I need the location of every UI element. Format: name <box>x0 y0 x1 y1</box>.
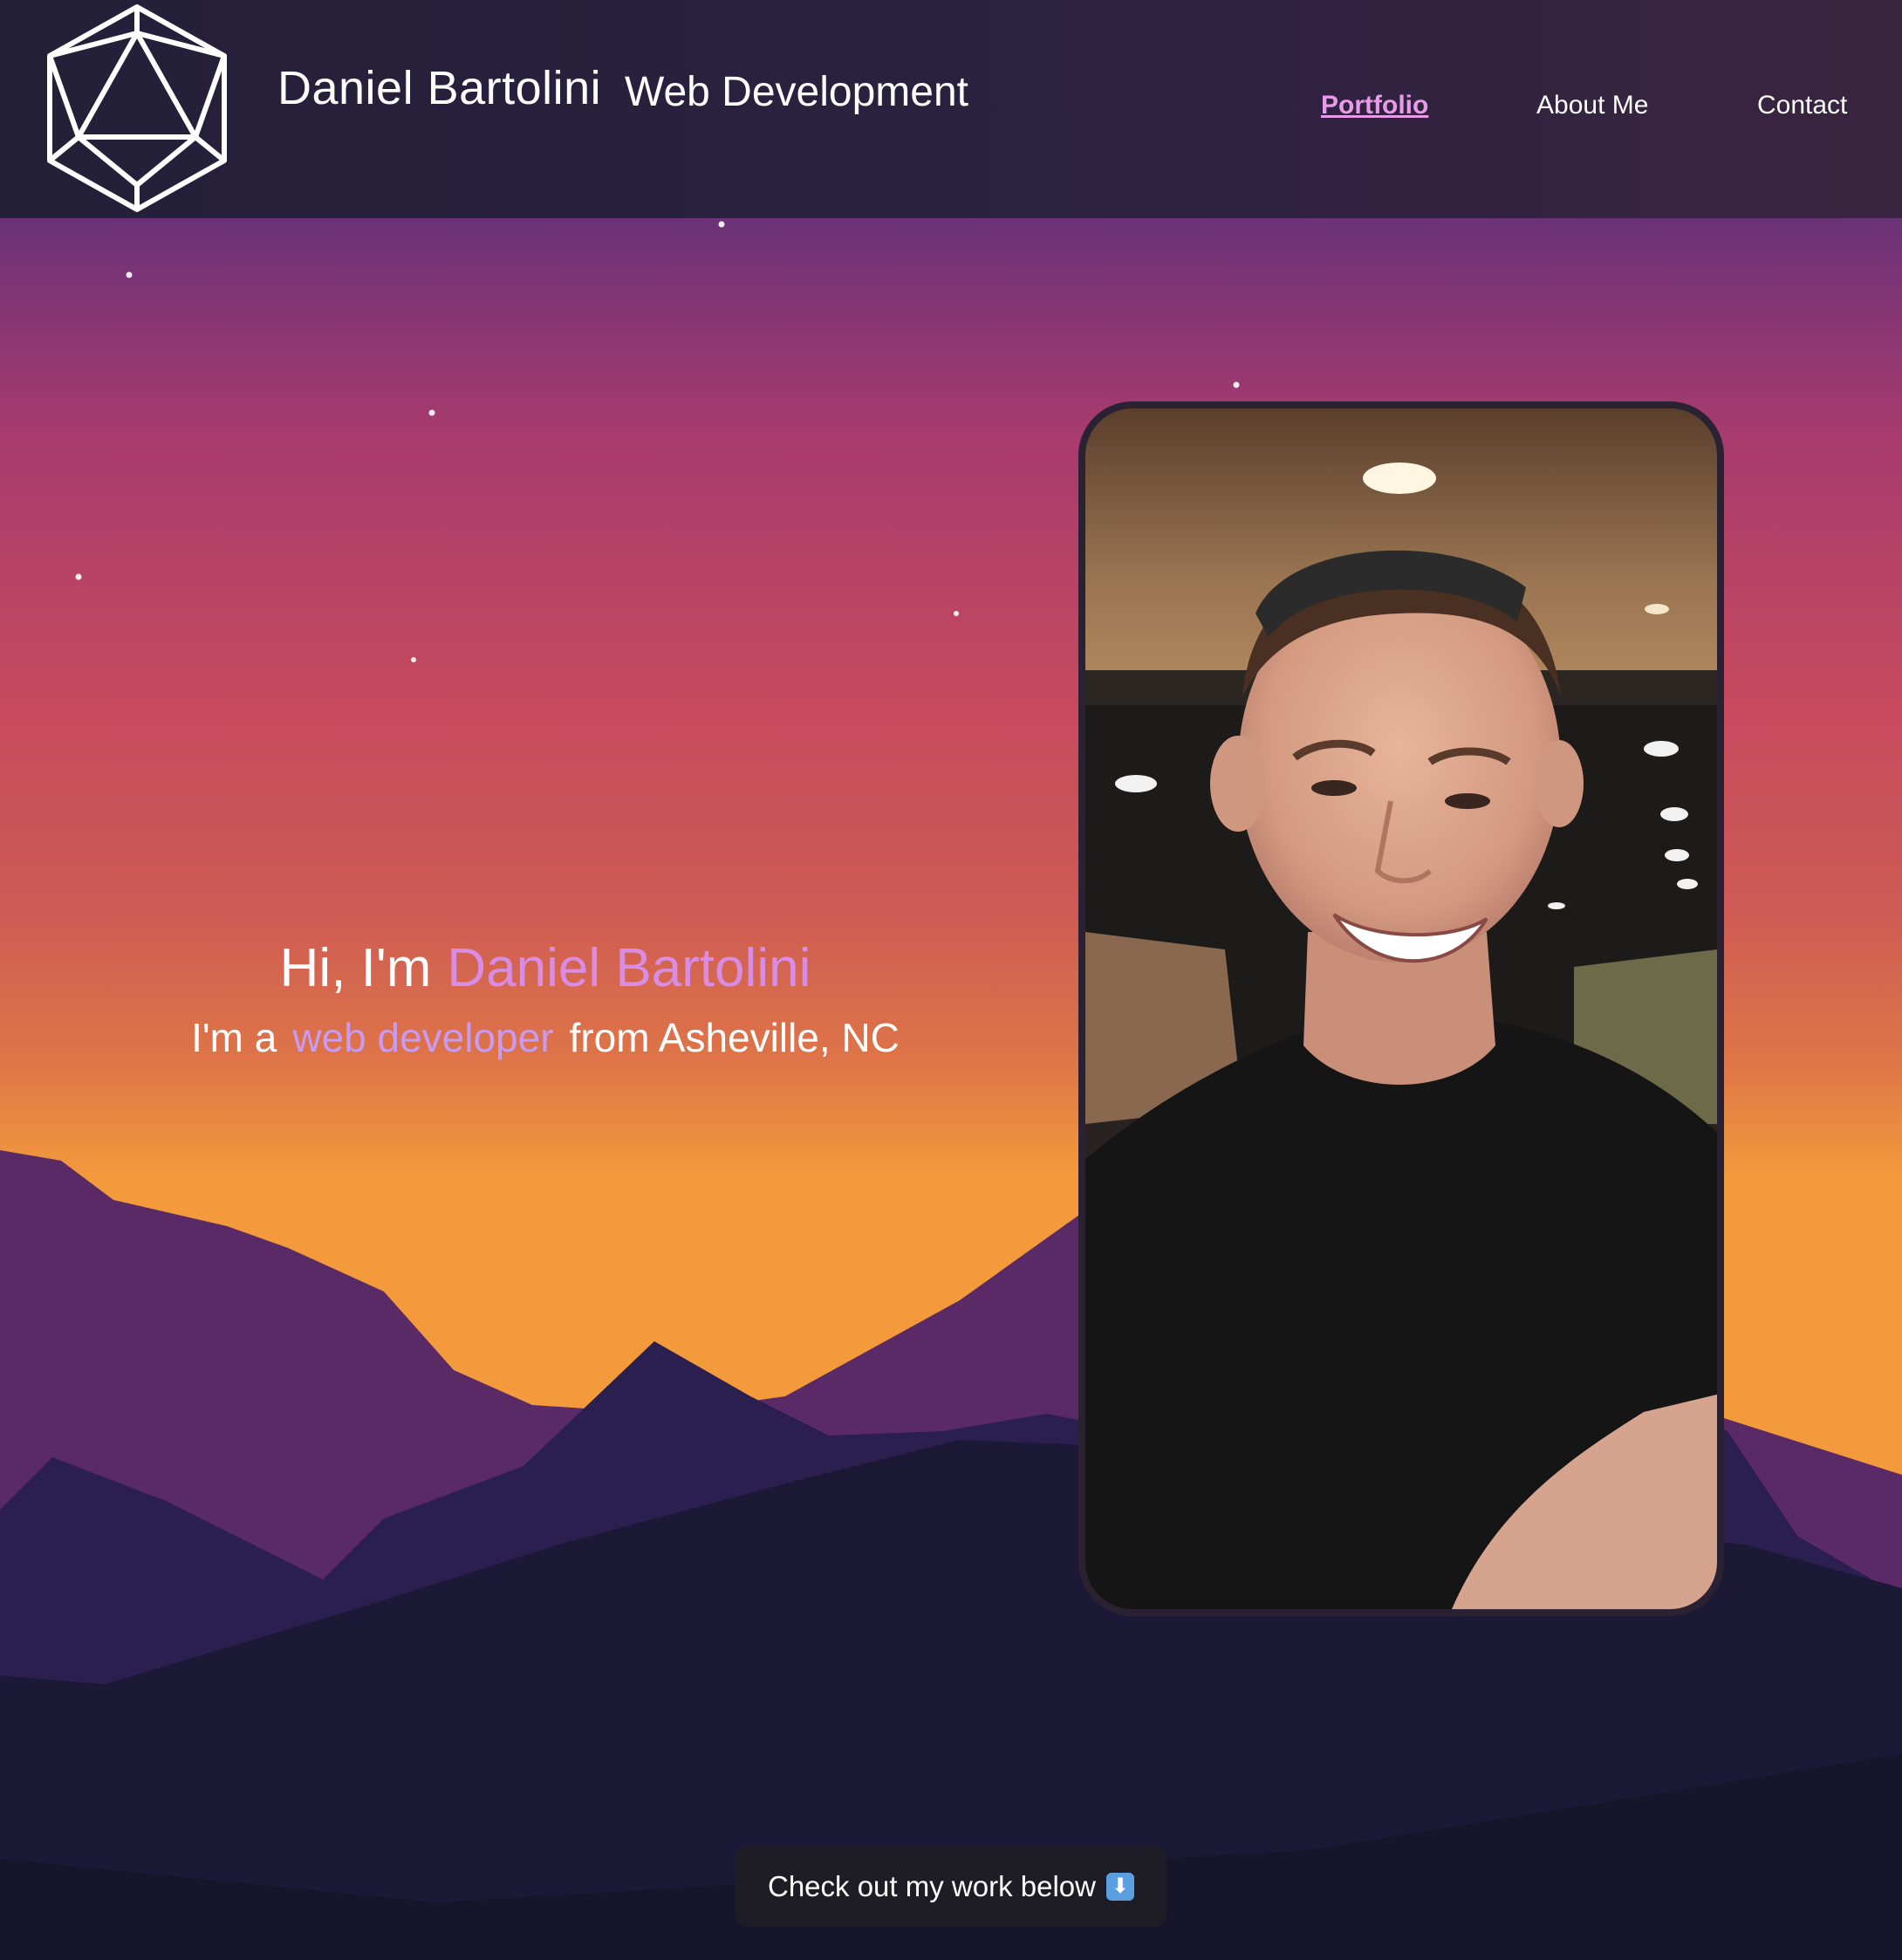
down-arrow-icon: ⬇ <box>1105 1873 1134 1901</box>
tagline-suffix: from Asheville, NC <box>569 1015 900 1060</box>
greeting-prefix: Hi, I'm <box>279 938 432 998</box>
nav-portfolio-link[interactable]: Portfolio <box>1321 91 1428 120</box>
tagline-role: web developer <box>292 1015 554 1060</box>
nav-about-me-link[interactable]: About Me <box>1536 91 1648 120</box>
brand-name[interactable]: Daniel Bartolini <box>277 61 601 115</box>
profile-photo <box>1078 401 1724 1616</box>
greeting-name: Daniel Bartolini <box>447 938 811 998</box>
hero-tagline: I'm a web developer from Asheville, NC <box>0 1014 1091 1061</box>
check-out-work-button[interactable]: Check out my work below ⬇ <box>735 1847 1167 1927</box>
cta-label: Check out my work below <box>768 1870 1096 1902</box>
brand-subtitle: Web Development <box>625 69 968 115</box>
tagline-prefix: I'm a <box>191 1015 277 1060</box>
icosahedron-logo-icon[interactable] <box>45 3 229 213</box>
profile-photo-image <box>1085 408 1717 1609</box>
hero-greeting: Hi, I'm Daniel Bartolini <box>0 937 1091 999</box>
site-header: Daniel Bartolini Web Development Portfol… <box>0 0 1902 218</box>
nav-contact-link[interactable]: Contact <box>1757 91 1847 120</box>
